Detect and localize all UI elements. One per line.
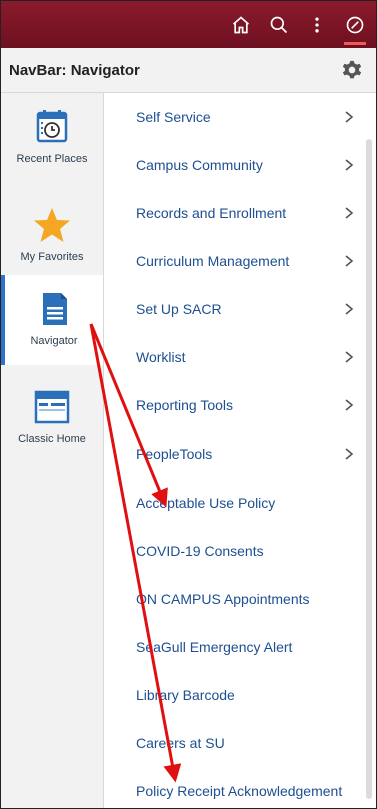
navigator-compass-icon[interactable]: [338, 8, 372, 45]
browser-window-icon: [34, 390, 70, 424]
sidebar-item-label: Navigator: [30, 335, 78, 347]
menu-item-label: Reporting Tools: [136, 397, 234, 413]
navigator-menu: Self Service Campus Community Records and …: [104, 93, 376, 808]
sidebar-item-label: Recent Places: [16, 153, 88, 165]
star-icon: [34, 208, 70, 242]
menu-item[interactable]: PeopleTools: [104, 430, 364, 478]
menu-item[interactable]: COVID-19 Consents: [104, 527, 364, 575]
menu-item-label: Policy Receipt Acknowledgement: [136, 783, 343, 799]
panel-title: NavBar: Navigator: [9, 61, 140, 79]
menu-item[interactable]: Campus Community: [104, 141, 364, 189]
home-icon[interactable]: [224, 8, 258, 42]
chevron-right-icon: [345, 159, 354, 171]
menu-item[interactable]: Acceptable Use Policy: [104, 479, 364, 527]
navigator-panel: NavBar: Navigator Recent Places My Favor…: [0, 0, 377, 809]
chevron-right-icon: [345, 351, 354, 363]
search-icon[interactable]: [262, 8, 296, 42]
menu-scrollbar[interactable]: [366, 139, 372, 799]
menu-item-label: ON CAMPUS Appointments: [136, 591, 310, 607]
navbar-sidebar: Recent Places My Favorites Navigator Cla…: [1, 93, 104, 808]
document-icon: [43, 293, 67, 325]
menu-item-label: Careers at SU: [136, 735, 225, 751]
menu-item-label: Campus Community: [136, 157, 263, 173]
menu-item-label: Library Barcode: [136, 687, 235, 703]
menu-item-label: Self Service: [136, 109, 211, 125]
menu-item-label: Set Up SACR: [136, 301, 222, 317]
menu-item[interactable]: Library Barcode: [104, 671, 364, 719]
menu-item-label: PeopleTools: [136, 446, 213, 462]
menu-item[interactable]: Worklist: [104, 333, 364, 381]
sidebar-item-label: Classic Home: [18, 433, 86, 445]
sidebar-item-my-favorites[interactable]: My Favorites: [1, 191, 103, 281]
sidebar-item-classic-home[interactable]: Classic Home: [1, 373, 103, 463]
panel-header: NavBar: Navigator: [1, 48, 376, 93]
chevron-right-icon: [345, 303, 354, 315]
menu-item-label: SeaGull Emergency Alert: [136, 639, 293, 655]
top-navbar: [1, 1, 376, 48]
sidebar-item-label: My Favorites: [20, 251, 84, 263]
more-icon[interactable]: [300, 8, 334, 42]
menu-item[interactable]: Curriculum Management: [104, 237, 364, 285]
menu-item[interactable]: Self Service: [104, 93, 364, 141]
calendar-clock-icon: [36, 110, 68, 143]
menu-item[interactable]: Records and Enrollment: [104, 189, 364, 237]
chevron-right-icon: [345, 448, 354, 460]
gear-icon[interactable]: [342, 60, 362, 80]
chevron-right-icon: [345, 255, 354, 267]
menu-item[interactable]: Careers at SU: [104, 719, 364, 767]
menu-item-label: Worklist: [136, 349, 186, 365]
menu-item-label: Records and Enrollment: [136, 205, 287, 221]
menu-item[interactable]: Reporting Tools: [104, 381, 364, 429]
menu-item[interactable]: Set Up SACR: [104, 285, 364, 333]
chevron-right-icon: [345, 111, 354, 123]
menu-item-label: Curriculum Management: [136, 253, 290, 269]
chevron-right-icon: [345, 207, 354, 219]
menu-item[interactable]: SeaGull Emergency Alert: [104, 623, 364, 671]
chevron-right-icon: [345, 399, 354, 411]
sidebar-item-navigator[interactable]: Navigator: [1, 275, 103, 365]
menu-item-label: COVID-19 Consents: [136, 543, 264, 559]
menu-item-label: Acceptable Use Policy: [136, 495, 276, 511]
sidebar-item-recent-places[interactable]: Recent Places: [1, 93, 103, 183]
menu-item[interactable]: ON CAMPUS Appointments: [104, 575, 364, 623]
menu-item[interactable]: Policy Receipt Acknowledgement: [104, 767, 364, 808]
